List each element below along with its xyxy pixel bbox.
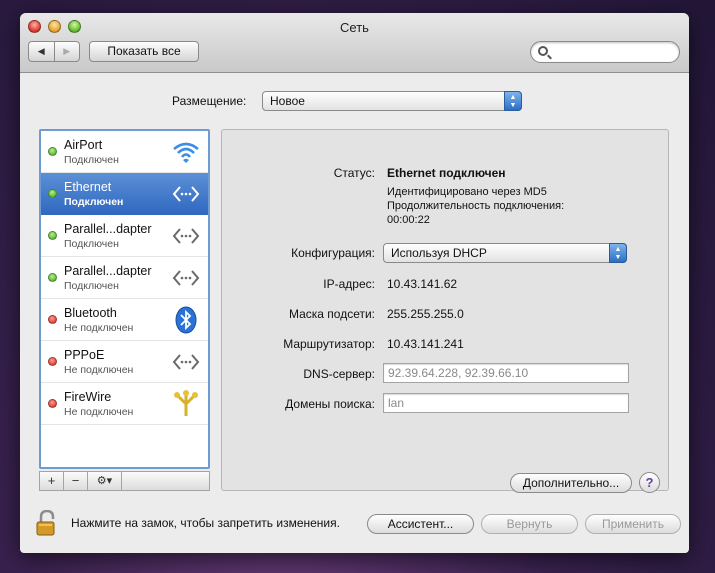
ethernet-detail-panel: Статус: Ethernet подключен Идентифициров… xyxy=(221,129,669,493)
add-service-button[interactable]: + xyxy=(40,472,64,490)
lock-icon[interactable] xyxy=(36,509,58,536)
location-popup[interactable]: Новое ▲ ▼ xyxy=(262,91,522,111)
ethernet-icon xyxy=(172,180,200,208)
service-status: Подключен xyxy=(64,238,119,250)
service-status: Не подключен xyxy=(64,322,134,334)
service-name: Ethernet xyxy=(64,180,112,194)
service-status: Подключен xyxy=(64,196,124,208)
window-title: Сеть xyxy=(340,20,369,35)
search-icon xyxy=(538,46,548,56)
service-item-bluetooth[interactable]: Bluetooth Не подключен xyxy=(41,299,208,341)
service-name: PPPoE xyxy=(64,348,105,362)
wifi-icon xyxy=(172,138,200,166)
service-item-parallels-2[interactable]: Parallel...dapter Подключен xyxy=(41,257,208,299)
service-item-ethernet[interactable]: Ethernet Подключен xyxy=(41,173,208,215)
service-item-pppoe[interactable]: PPPoE Не подключен xyxy=(41,341,208,383)
config-value: Используя DHCP xyxy=(391,246,487,260)
service-name: FireWire xyxy=(64,390,112,404)
subnet-mask-value: 255.255.255.0 xyxy=(387,307,464,321)
service-item-firewire[interactable]: FireWire Не подключен xyxy=(41,383,208,425)
gear-menu-button[interactable]: ⚙▾ xyxy=(88,472,122,490)
service-status: Подключен xyxy=(64,280,119,292)
help-button[interactable]: ? xyxy=(639,472,660,493)
status-dot xyxy=(48,357,57,366)
show-all-button[interactable]: Показать все xyxy=(89,41,199,62)
assistant-button[interactable]: Ассистент... xyxy=(367,514,474,534)
forward-button[interactable]: ▶ xyxy=(53,42,80,61)
firewire-icon xyxy=(172,390,200,418)
status-detail-line3: 00:00:22 xyxy=(387,214,430,226)
status-label: Статус: xyxy=(333,166,375,180)
status-dot xyxy=(48,399,57,408)
back-forward-control: ◀ ▶ xyxy=(28,41,80,62)
service-status: Не подключен xyxy=(64,406,134,418)
ip-label: IP-адрес: xyxy=(323,277,375,291)
status-dot xyxy=(48,315,57,324)
ethernet-icon xyxy=(172,264,200,292)
status-detail-line2: Продолжительность подключения: xyxy=(387,200,565,212)
bluetooth-icon xyxy=(172,306,200,334)
service-item-airport[interactable]: AirPort Подключен xyxy=(41,131,208,173)
titlebar: Сеть ◀ ▶ Показать все xyxy=(20,13,689,73)
service-name: AirPort xyxy=(64,138,103,152)
service-list-toolbar: + − ⚙▾ xyxy=(39,471,210,491)
network-preferences-window: Сеть ◀ ▶ Показать все Размещение: Новое … xyxy=(20,13,689,553)
popup-arrows-icon: ▲ ▼ xyxy=(609,243,627,263)
advanced-button[interactable]: Дополнительно... xyxy=(510,473,632,493)
ethernet-icon xyxy=(172,348,200,376)
router-label: Маршрутизатор: xyxy=(283,337,375,351)
lock-message: Нажмите на замок, чтобы запретить измене… xyxy=(71,516,340,530)
status-detail-line1: Идентифицировано через MD5 xyxy=(387,186,547,198)
service-status: Не подключен xyxy=(64,364,134,376)
dns-label: DNS-сервер: xyxy=(303,367,375,381)
status-dot xyxy=(48,273,57,282)
search-input[interactable] xyxy=(530,41,680,63)
ip-value: 10.43.141.62 xyxy=(387,277,458,291)
config-label: Конфигурация: xyxy=(291,246,375,260)
back-button[interactable]: ◀ xyxy=(29,42,54,61)
search-domains-field[interactable]: lan xyxy=(383,393,629,413)
location-label: Размещение: xyxy=(172,94,247,108)
location-value: Новое xyxy=(270,94,305,108)
config-popup[interactable]: Используя DHCP ▲ ▼ xyxy=(383,243,627,263)
remove-service-button[interactable]: − xyxy=(64,472,88,490)
status-value: Ethernet подключен xyxy=(387,166,506,180)
revert-button[interactable]: Вернуть xyxy=(481,514,578,534)
status-dot xyxy=(48,231,57,240)
status-dot xyxy=(48,189,57,198)
dns-field[interactable]: 92.39.64.228, 92.39.66.10 xyxy=(383,363,629,383)
service-name: Parallel...dapter xyxy=(64,222,152,236)
router-value: 10.43.141.241 xyxy=(387,337,464,351)
ethernet-icon xyxy=(172,222,200,250)
service-item-parallels-1[interactable]: Parallel...dapter Подключен xyxy=(41,215,208,257)
search-domains-label: Домены поиска: xyxy=(285,397,375,411)
apply-button[interactable]: Применить xyxy=(585,514,681,534)
service-name: Bluetooth xyxy=(64,306,117,320)
service-list: AirPort Подключен Ethernet Подключен Par… xyxy=(39,129,210,469)
service-status: Подключен xyxy=(64,154,119,166)
status-dot xyxy=(48,147,57,156)
popup-arrows-icon: ▲ ▼ xyxy=(504,91,522,111)
service-name: Parallel...dapter xyxy=(64,264,152,278)
subnet-mask-label: Маска подсети: xyxy=(288,307,375,321)
